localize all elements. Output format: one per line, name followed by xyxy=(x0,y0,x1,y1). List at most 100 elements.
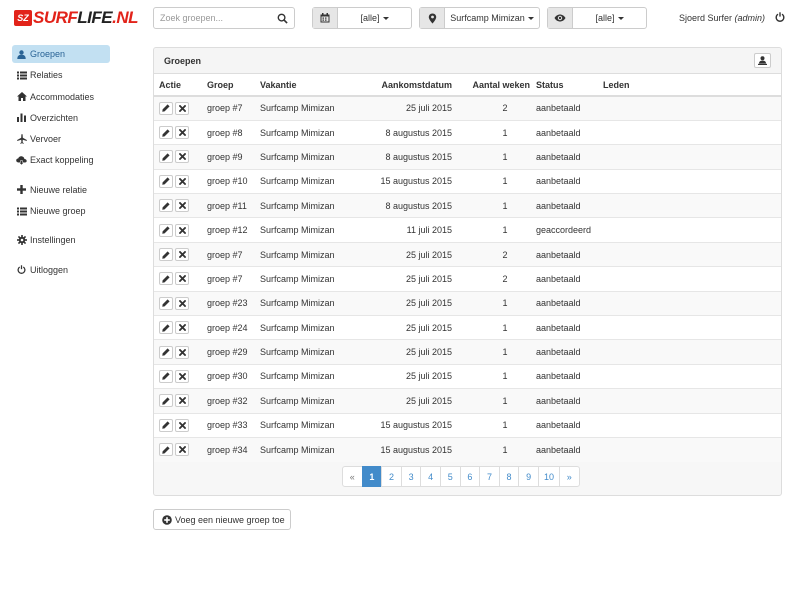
cell-groep[interactable]: groep #10 xyxy=(207,168,260,194)
edit-button[interactable] xyxy=(159,223,173,237)
cell-status: geaccordeerd xyxy=(530,217,603,243)
cell-aankomstdatum: 15 augustus 2015 xyxy=(355,436,452,462)
delete-button[interactable] xyxy=(175,174,189,188)
table-row: groep #7 Surfcamp Mimizan 25 juli 2015 2 aan… xyxy=(154,241,781,267)
cell-groep[interactable]: groep #33 xyxy=(207,412,260,438)
pagination-page-4[interactable]: 4 xyxy=(420,466,441,487)
edit-button[interactable] xyxy=(159,248,173,262)
sidebar-item-uitloggen[interactable]: Uitloggen xyxy=(12,261,110,279)
column-header-vakantie[interactable]: Vakantie xyxy=(260,74,355,97)
logo-text-surf: SURF xyxy=(33,8,78,27)
pagination-page-5[interactable]: 5 xyxy=(439,466,461,487)
delete-button[interactable] xyxy=(175,321,189,335)
edit-button[interactable] xyxy=(159,443,173,457)
edit-button[interactable] xyxy=(159,369,173,383)
pagination-prev[interactable]: « xyxy=(342,466,363,487)
add-group-button[interactable]: Voeg een nieuwe groep toe xyxy=(153,509,291,530)
date-filter-value[interactable]: [alle] xyxy=(338,8,411,28)
delete-button[interactable] xyxy=(175,101,189,115)
delete-button[interactable] xyxy=(175,369,189,383)
pagination-page-1[interactable]: 1 xyxy=(361,466,383,487)
delete-button[interactable] xyxy=(175,248,189,262)
delete-button[interactable] xyxy=(175,418,189,432)
pagination-page-3[interactable]: 3 xyxy=(400,466,422,487)
cell-groep[interactable]: groep #23 xyxy=(207,290,260,316)
delete-button[interactable] xyxy=(175,223,189,237)
pagination-page-2[interactable]: 2 xyxy=(381,466,402,487)
edit-button[interactable] xyxy=(159,126,173,140)
sidebar-item-nieuwe-groep[interactable]: Nieuwe groep xyxy=(12,202,110,220)
cell-groep[interactable]: groep #8 xyxy=(207,119,260,145)
delete-button[interactable] xyxy=(175,199,189,213)
delete-button[interactable] xyxy=(175,150,189,164)
location-filter-value[interactable]: Surfcamp Mimizan xyxy=(445,8,539,28)
delete-button[interactable] xyxy=(175,296,189,310)
location-filter[interactable]: Surfcamp Mimizan xyxy=(419,7,540,29)
sidebar-item-instellingen[interactable]: Instellingen xyxy=(12,231,110,249)
cell-groep[interactable]: groep #12 xyxy=(207,217,260,243)
cell-groep[interactable]: groep #7 xyxy=(207,241,260,267)
export-button[interactable] xyxy=(754,53,771,68)
logo-mark: SZ xyxy=(14,10,32,26)
edit-button[interactable] xyxy=(159,174,173,188)
cell-groep[interactable]: groep #9 xyxy=(207,144,260,170)
cell-groep[interactable]: groep #24 xyxy=(207,315,260,340)
column-header-groep[interactable]: Groep xyxy=(207,74,260,97)
edit-button[interactable] xyxy=(159,101,173,115)
sidebar-item-vervoer[interactable]: Vervoer xyxy=(12,130,110,148)
close-icon xyxy=(178,372,186,380)
cell-aantal-weken: 2 xyxy=(502,249,508,260)
column-header-leden[interactable]: Leden xyxy=(603,74,781,97)
edit-button[interactable] xyxy=(159,296,173,310)
search-icon[interactable] xyxy=(277,13,288,24)
status-filter-value[interactable]: [alle] xyxy=(573,8,646,28)
pagination-page-7[interactable]: 7 xyxy=(479,466,500,487)
cell-groep[interactable]: groep #29 xyxy=(207,339,260,365)
edit-button[interactable] xyxy=(159,150,173,164)
cell-groep[interactable]: groep #11 xyxy=(207,193,260,218)
cell-groep[interactable]: groep #7 xyxy=(207,95,260,121)
edit-button[interactable] xyxy=(159,321,173,335)
cell-groep[interactable]: groep #32 xyxy=(207,388,260,414)
sidebar-item-nieuwe-relatie[interactable]: Nieuwe relatie xyxy=(12,181,110,199)
sidebar-item-overzichten[interactable]: Overzichten xyxy=(12,109,110,127)
logo[interactable]: SZ SURFLIFE.NL xyxy=(14,8,139,28)
search-input[interactable] xyxy=(154,8,272,28)
column-header-aankomstdatum[interactable]: Aankomstdatum xyxy=(355,74,452,97)
pagination-next[interactable]: » xyxy=(558,466,580,487)
cell-groep[interactable]: groep #30 xyxy=(207,363,260,389)
pagination-page-6[interactable]: 6 xyxy=(459,466,481,487)
cell-groep[interactable]: groep #34 xyxy=(207,436,260,462)
sidebar-item-groepen[interactable]: Groepen xyxy=(12,45,110,63)
pagination-page-9[interactable]: 9 xyxy=(518,466,539,487)
sidebar-item-accommodaties[interactable]: Accommodaties xyxy=(12,88,110,106)
status-filter[interactable]: [alle] xyxy=(547,7,647,29)
cell-groep[interactable]: groep #7 xyxy=(207,266,260,292)
delete-button[interactable] xyxy=(175,126,189,140)
pagination-page-8[interactable]: 8 xyxy=(498,466,520,487)
sidebar-item-relaties[interactable]: Relaties xyxy=(12,66,110,84)
edit-button[interactable] xyxy=(159,394,173,408)
delete-button[interactable] xyxy=(175,272,189,286)
edit-button[interactable] xyxy=(159,199,173,213)
delete-button[interactable] xyxy=(175,443,189,457)
column-header-actie[interactable]: Actie xyxy=(154,74,207,97)
column-header-status[interactable]: Status xyxy=(530,74,603,97)
date-filter[interactable]: [alle] xyxy=(312,7,412,29)
delete-button[interactable] xyxy=(175,345,189,359)
cell-leden xyxy=(603,217,781,243)
pagination-page-10[interactable]: 10 xyxy=(537,466,560,487)
table-row: groep #29 Surfcamp Mimizan 25 juli 2015 1 aa… xyxy=(154,339,781,365)
edit-button[interactable] xyxy=(159,345,173,359)
delete-button[interactable] xyxy=(175,394,189,408)
pencil-icon xyxy=(162,299,170,308)
pencil-icon xyxy=(162,446,170,454)
edit-button[interactable] xyxy=(159,418,173,432)
edit-button[interactable] xyxy=(159,272,173,286)
cell-leden xyxy=(603,412,781,438)
sidebar-item-exact-koppeling[interactable]: Exact koppeling xyxy=(12,151,110,169)
column-header-aantal-weken[interactable]: Aantal weken xyxy=(452,74,530,97)
cell-aankomstdatum: 25 juli 2015 xyxy=(355,266,452,292)
panel-title: Groepen xyxy=(164,55,202,66)
power-icon[interactable] xyxy=(775,12,785,22)
